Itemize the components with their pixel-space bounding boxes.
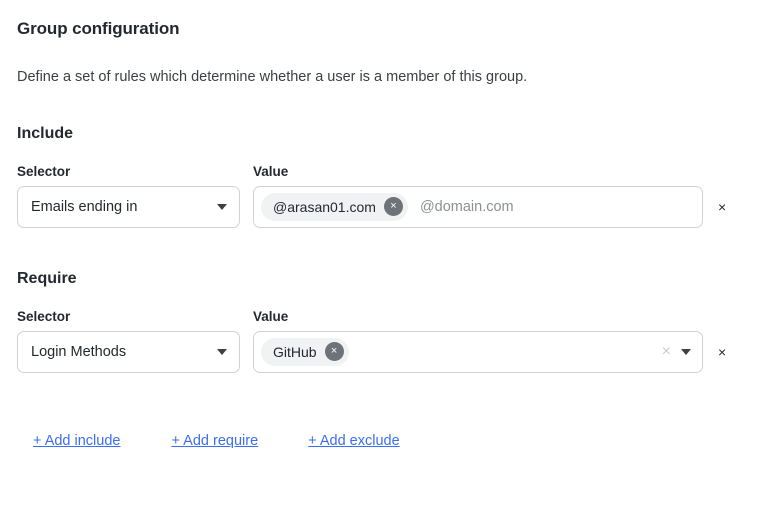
require-value-chip-label: GitHub — [273, 343, 317, 360]
page-content: Group configuration Define a set of rule… — [0, 0, 763, 449]
include-value-wrapper: @arasan01.com × — [253, 185, 703, 228]
page-description: Define a set of rules which determine wh… — [17, 69, 528, 85]
require-rule-row: Login Methods GitHub × × × — [17, 324, 746, 373]
include-rule-row: Emails ending in @arasan01.com × × — [17, 179, 746, 228]
chevron-down-icon[interactable] — [681, 348, 691, 355]
add-rule-actions: + Add include + Add require + Add exclud… — [17, 373, 746, 449]
include-section-heading: Include — [17, 124, 74, 142]
require-value-chip-remove-icon[interactable]: × — [324, 342, 344, 362]
include-value-field[interactable]: @arasan01.com × — [253, 185, 703, 228]
add-exclude-link[interactable]: + Add exclude — [308, 433, 400, 449]
require-section-heading: Require — [17, 269, 77, 287]
include-value-chip-remove-icon[interactable]: × — [383, 197, 403, 217]
add-require-link[interactable]: + Add require — [171, 433, 258, 449]
require-value-chip: GitHub × — [261, 337, 349, 366]
include-selector-value: Emails ending in — [31, 198, 138, 215]
include-section: Include Selector Value Emails ending in — [17, 87, 746, 228]
include-selector-dropdown[interactable]: Emails ending in — [17, 185, 240, 228]
include-value-label: Value — [253, 163, 289, 179]
include-value-chip: @arasan01.com × — [261, 192, 408, 221]
include-rule-delete-button[interactable]: × — [718, 200, 726, 214]
require-value-wrapper: GitHub × × — [253, 330, 703, 373]
chevron-down-icon — [217, 203, 227, 210]
require-value-label: Value — [253, 308, 289, 324]
require-section: Require Selector Value Login Methods Git… — [17, 228, 746, 373]
include-value-input[interactable] — [407, 193, 694, 220]
group-configuration-page: Group configuration Define a set of rule… — [0, 0, 763, 507]
include-selector-label: Selector — [17, 163, 71, 179]
chevron-down-icon — [217, 348, 227, 355]
include-selector-wrapper: Emails ending in — [17, 185, 240, 228]
require-value-field[interactable]: GitHub × × — [253, 330, 703, 373]
include-field-labels: Selector Value — [17, 143, 746, 179]
require-selector-value: Login Methods — [31, 343, 127, 360]
page-title: Group configuration — [17, 19, 180, 38]
include-value-chip-label: @arasan01.com — [273, 198, 376, 215]
require-selector-wrapper: Login Methods — [17, 330, 240, 373]
require-selector-label: Selector — [17, 308, 71, 324]
require-field-labels: Selector Value — [17, 288, 746, 324]
require-rule-delete-button[interactable]: × — [718, 345, 726, 359]
add-include-link[interactable]: + Add include — [33, 433, 120, 449]
require-value-clear-icon[interactable]: × — [658, 343, 675, 360]
require-selector-dropdown[interactable]: Login Methods — [17, 330, 240, 373]
